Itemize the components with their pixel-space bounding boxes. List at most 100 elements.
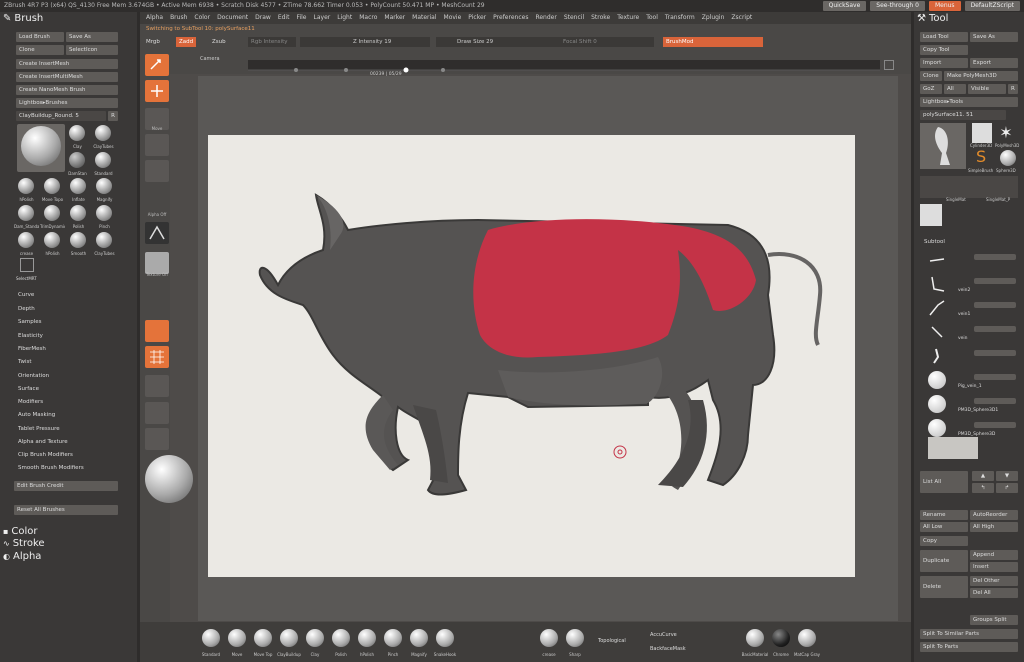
- brush-item[interactable]: Magnify: [92, 177, 117, 202]
- import-button[interactable]: Import: [920, 58, 968, 68]
- subtool-row[interactable]: vein2: [918, 273, 1018, 297]
- subpalette-surface[interactable]: Surface: [18, 386, 39, 392]
- brush-item[interactable]: crease: [14, 231, 39, 256]
- brush-item[interactable]: Dam_Standard: [14, 204, 39, 229]
- document-canvas[interactable]: [208, 135, 855, 577]
- clone-tool-button[interactable]: Clone: [920, 71, 942, 81]
- subtool-header[interactable]: Subtool: [924, 239, 945, 245]
- timeline-end-handle[interactable]: [884, 60, 894, 70]
- menu-item[interactable]: Picker: [468, 12, 486, 24]
- menu-item[interactable]: Macro: [359, 12, 377, 24]
- accucurve-toggle[interactable]: AccuCurve: [650, 632, 677, 638]
- rename-button[interactable]: Rename: [920, 510, 968, 520]
- del-other-button[interactable]: Del Other: [970, 576, 1018, 586]
- brush-item[interactable]: hPolish: [14, 177, 39, 202]
- bottom-brush-sharp[interactable]: Sharp: [564, 627, 586, 657]
- frame-button[interactable]: [145, 320, 169, 342]
- mrgb-toggle[interactable]: Mrgb: [146, 39, 160, 45]
- current-tool-thumbnail[interactable]: [920, 123, 966, 169]
- brush-item[interactable]: Polish: [66, 204, 91, 229]
- zadd-toggle[interactable]: Zadd: [176, 37, 197, 47]
- brush-item[interactable]: ClayTubes: [91, 124, 116, 149]
- menu-item[interactable]: Stroke: [591, 12, 610, 24]
- reset-all-brushes-button[interactable]: Reset All Brushes: [14, 505, 118, 515]
- groups-split-button[interactable]: Groups Split: [970, 615, 1018, 625]
- edit-mode-button[interactable]: [145, 80, 169, 102]
- brushmod-slider[interactable]: BrushMod: [663, 37, 763, 47]
- subtool-row[interactable]: vein1: [918, 297, 1018, 321]
- solo-button[interactable]: [145, 428, 169, 450]
- menu-item[interactable]: Marker: [384, 12, 405, 24]
- bottom-brush-claybuildup[interactable]: ClayBuildup: [277, 627, 301, 657]
- autoreorder-button[interactable]: AutoReorder: [970, 510, 1018, 520]
- brush-item[interactable]: Clay: [65, 124, 90, 149]
- brush-item[interactable]: Standard: [91, 151, 116, 176]
- menu-item[interactable]: Tool: [646, 12, 658, 24]
- subpalette-fibermesh[interactable]: FiberMesh: [18, 346, 46, 352]
- z-intensity-slider[interactable]: Z Intensity 19: [300, 37, 430, 47]
- menu-item[interactable]: Edit: [278, 12, 290, 24]
- subpalette-samples[interactable]: Samples: [18, 319, 42, 325]
- stroke-palette-header[interactable]: ∿ Stroke: [0, 537, 45, 551]
- menu-item[interactable]: Color: [194, 12, 210, 24]
- all-low-button[interactable]: All Low: [920, 522, 968, 532]
- simplebrush-s-icon[interactable]: S: [976, 148, 986, 166]
- menu-item[interactable]: Light: [337, 12, 352, 24]
- bottom-brush-snakehook[interactable]: SnakeHook: [434, 627, 456, 657]
- tool-palette-header[interactable]: ⚒ Tool: [914, 12, 1024, 26]
- bottom-brush-polish[interactable]: Polish: [330, 627, 352, 657]
- all-high-button[interactable]: All High: [970, 522, 1018, 532]
- copy-subtool-button[interactable]: Copy: [920, 536, 968, 546]
- subpalette-auto-masking[interactable]: Auto Masking: [18, 412, 55, 418]
- subtool-row[interactable]: PM3D_Sphere3D1: [918, 393, 1018, 417]
- subpalette-elasticity[interactable]: Elasticity: [18, 333, 43, 339]
- menu-item[interactable]: Alpha: [146, 12, 163, 24]
- texture-off-button[interactable]: [145, 252, 169, 274]
- subpalette-orientation[interactable]: Orientation: [18, 373, 49, 379]
- subpalette-alpha-texture[interactable]: Alpha and Texture: [18, 439, 68, 445]
- quicksave-button[interactable]: QuickSave: [822, 1, 867, 11]
- brush-item[interactable]: TrimDynamic: [40, 204, 65, 229]
- create-insertmultimesh-button[interactable]: Create InsertMultiMesh: [16, 72, 118, 82]
- brush-item[interactable]: DamStan: [65, 151, 90, 176]
- menu-item[interactable]: File: [296, 12, 306, 24]
- list-all-button[interactable]: List All: [920, 471, 968, 493]
- rotate-mode-button[interactable]: [145, 160, 169, 182]
- material-basic[interactable]: BasicMaterial: [742, 627, 768, 657]
- goz-button[interactable]: GoZ: [920, 84, 942, 94]
- bottom-brush-standard[interactable]: Standard: [200, 627, 222, 657]
- zsub-toggle[interactable]: Zsub: [212, 39, 226, 45]
- brush-item[interactable]: Move Topo: [40, 177, 65, 202]
- alpha-palette-header[interactable]: ◐ Alpha: [0, 550, 41, 564]
- bottom-brush-magnify[interactable]: Magnify: [408, 627, 430, 657]
- subtool-row[interactable]: [918, 249, 1018, 273]
- timeline-track[interactable]: [248, 60, 880, 73]
- bottom-brush-move[interactable]: Move: [226, 627, 248, 657]
- append-button[interactable]: Append: [970, 550, 1018, 560]
- material-chrome[interactable]: Chrome: [770, 627, 792, 657]
- bottom-brush-pinch[interactable]: Pinch: [382, 627, 404, 657]
- ghost-button[interactable]: [145, 402, 169, 424]
- backfacemask-toggle[interactable]: BackfaceMask: [650, 646, 686, 652]
- material-sphere-preview[interactable]: [145, 455, 193, 503]
- grid-floor-button[interactable]: [145, 346, 169, 368]
- export-button[interactable]: Export: [970, 58, 1018, 68]
- menu-item[interactable]: Render: [535, 12, 556, 24]
- menu-item[interactable]: Transform: [665, 12, 695, 24]
- select-icon-button[interactable]: SelectIcon: [66, 45, 118, 55]
- clone-brush-button[interactable]: Clone: [16, 45, 64, 55]
- save-as-tool-button[interactable]: Save As: [970, 32, 1018, 42]
- brush-item[interactable]: Smooth: [66, 231, 91, 256]
- topological-toggle[interactable]: Topological: [598, 638, 626, 644]
- select-mrt-icon[interactable]: [20, 258, 34, 272]
- save-as-brush-button[interactable]: Save As: [66, 32, 118, 42]
- brush-item[interactable]: ClayTubes: [92, 231, 117, 256]
- draw-size-slider[interactable]: Draw Size 29: [436, 37, 536, 47]
- scale-mode-button[interactable]: [145, 134, 169, 156]
- all-button[interactable]: All: [944, 84, 966, 94]
- visible-button[interactable]: Visible: [968, 84, 1006, 94]
- move-up-button[interactable]: ▲: [972, 471, 994, 481]
- rgb-intensity-slider[interactable]: Rgb Intensity: [248, 37, 296, 47]
- menu-item[interactable]: Draw: [255, 12, 271, 24]
- menu-item[interactable]: Material: [412, 12, 436, 24]
